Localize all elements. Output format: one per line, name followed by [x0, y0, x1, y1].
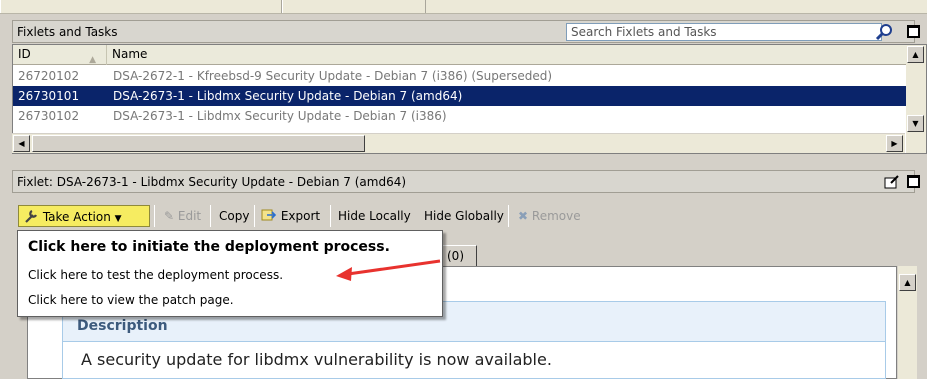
list-header: ID ▲ Name [13, 45, 906, 65]
hide-locally-button[interactable]: Hide Locally [338, 205, 411, 227]
copy-label: Copy [219, 209, 250, 223]
fixlets-panel-header: Fixlets and Tasks Search Fixlets and Tas… [12, 20, 915, 43]
take-action-button[interactable]: Take Action ▼ [18, 205, 150, 227]
search-input[interactable]: Search Fixlets and Tasks [566, 23, 882, 41]
column-name-label: Name [112, 47, 148, 61]
column-id-label: ID [18, 47, 31, 61]
export-icon [261, 209, 277, 221]
toolbar-divider [254, 205, 255, 227]
column-header-id[interactable]: ID ▲ [13, 45, 107, 65]
table-row[interactable]: 26730102 DSA-2673-1 - Libdmx Security Up… [13, 106, 906, 126]
export-label: Export [280, 209, 321, 223]
hide-globally-label: Hide Globally [424, 209, 504, 223]
pencil-icon: ✎ [164, 209, 175, 223]
scroll-down-icon[interactable]: ▼ [907, 115, 924, 132]
list-vertical-scrollbar[interactable]: ▲ ▼ [906, 45, 926, 153]
row-id: 26730101 [18, 89, 80, 103]
menu-item-view-patch-page[interactable]: Click here to view the patch page. [28, 293, 234, 307]
menu-item-test-deployment[interactable]: Click here to test the deployment proces… [28, 268, 283, 282]
tab-count: (0) [447, 249, 464, 263]
table-row[interactable]: 26720102 DSA-2672-1 - Kfreebsd-9 Securit… [13, 66, 906, 86]
edit-button[interactable]: ✎ Edit [164, 205, 201, 227]
search-icon[interactable] [874, 23, 894, 41]
annotation-arrow-icon [336, 259, 441, 281]
fixlet-detail-title: Fixlet: DSA-2673-1 - Libdmx Security Upd… [17, 174, 407, 189]
column-header-name[interactable]: Name [107, 45, 906, 65]
table-row-selected[interactable]: 26730101 DSA-2673-1 - Libdmx Security Up… [13, 86, 906, 106]
chevron-down-icon: ▼ [114, 214, 122, 224]
fixlet-detail-header: Fixlet: DSA-2673-1 - Libdmx Security Upd… [12, 170, 915, 193]
undock-icon[interactable] [884, 175, 900, 189]
take-action-label: Take Action [42, 210, 111, 224]
fixlets-panel-title: Fixlets and Tasks [17, 24, 118, 39]
scroll-right-icon[interactable]: ▶ [886, 135, 903, 152]
scroll-up-icon[interactable]: ▲ [899, 274, 916, 291]
toolbar-divider [508, 205, 509, 227]
fixlet-toolbar: Take Action ▼ ✎ Edit Copy Export Hide Lo… [12, 195, 915, 233]
toolbar-divider [154, 205, 155, 227]
hide-globally-button[interactable]: Hide Globally [424, 205, 504, 227]
maximize-icon[interactable] [907, 175, 920, 188]
description-text: A security update for libdmx vulnerabili… [81, 350, 552, 369]
document-vertical-scrollbar[interactable]: ▲ [897, 266, 917, 379]
top-tab-strip [0, 0, 927, 14]
row-name: DSA-2673-1 - Libdmx Security Update - De… [113, 109, 447, 123]
maximize-icon[interactable] [907, 25, 920, 38]
remove-x-icon: ✖ [518, 209, 529, 223]
toolbar-divider [210, 205, 211, 227]
row-id: 26720102 [18, 69, 80, 83]
remove-label: Remove [531, 209, 581, 223]
row-name: DSA-2673-1 - Libdmx Security Update - De… [113, 89, 463, 103]
tab-edge [0, 0, 282, 13]
hide-locally-label: Hide Locally [338, 209, 411, 223]
scroll-left-icon[interactable]: ◀ [13, 135, 30, 152]
row-id: 26730102 [18, 109, 80, 123]
scroll-up-icon[interactable]: ▲ [907, 46, 924, 63]
remove-button[interactable]: ✖ Remove [518, 205, 581, 227]
tab-edge [282, 0, 426, 13]
scroll-thumb[interactable] [32, 135, 365, 152]
wrench-icon [25, 210, 37, 223]
edit-label: Edit [177, 209, 202, 223]
export-button[interactable]: Export [261, 205, 320, 227]
list-horizontal-scrollbar[interactable]: ◀ ▶ [12, 133, 905, 153]
copy-button[interactable]: Copy [219, 205, 249, 227]
row-name: DSA-2672-1 - Kfreebsd-9 Security Update … [113, 69, 553, 83]
menu-item-initiate-deployment[interactable]: Click here to initiate the deployment pr… [28, 239, 390, 255]
toolbar-divider [330, 205, 331, 227]
